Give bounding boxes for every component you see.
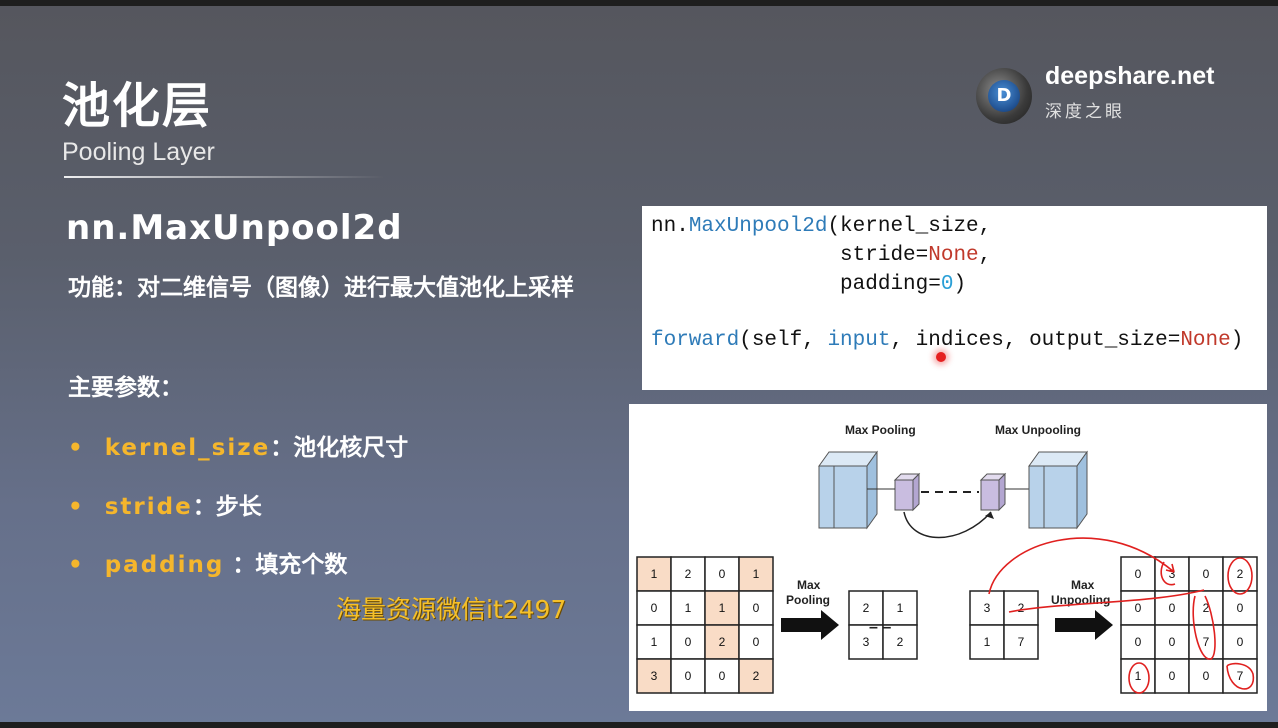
bullet-icon: • [68, 494, 83, 520]
output-grid-value: 7 [1237, 669, 1244, 683]
param-desc: 池化核尺寸 [293, 435, 409, 461]
params-title: 主要参数： [68, 375, 183, 401]
output-grid-value: 1 [1135, 669, 1142, 683]
output-grid-value: 2 [1237, 567, 1244, 581]
brand-name: deepshare.net [1045, 62, 1215, 90]
watermark-text: 海量资源微信it2497 [336, 595, 567, 624]
indices-grid: 3 2 1 7 [969, 590, 1039, 660]
output-grid-value: 0 [1169, 601, 1176, 615]
input-grid-value: 0 [753, 635, 760, 649]
unpooling-diagram: Max Pooling Max Unpooling 1 2 0 1 0 1 1 … [629, 404, 1267, 711]
slide-title: 池化层 [62, 78, 213, 134]
svg-text:Max: Max [797, 578, 821, 592]
indices-grid-value: 7 [1018, 635, 1025, 649]
unpooled-map-icon [979, 472, 1007, 512]
pooled-grid-value: 1 [897, 601, 904, 615]
logo-letter: D [988, 80, 1020, 112]
skip-arrow-icon [903, 511, 992, 539]
output-grid-value: 0 [1237, 635, 1244, 649]
label-max-pooling-top: Max Pooling [845, 423, 916, 437]
output-grid-value: 0 [1169, 669, 1176, 683]
output-grid: 0 3 0 20 0 2 00 0 7 01 0 0 7 [1120, 556, 1258, 694]
param-desc: 步长 [215, 494, 262, 520]
param-name: kernel_size [104, 435, 271, 461]
input-grid: 1 2 0 1 0 1 1 0 1 0 2 0 3 0 0 2 [636, 556, 774, 694]
param-desc: 填充个数 [255, 552, 348, 578]
output-grid-value: 0 [1203, 669, 1210, 683]
input-grid-value: 0 [685, 669, 692, 683]
output-grid-value: 0 [1237, 601, 1244, 615]
input-grid-value: 2 [719, 635, 726, 649]
diagram-svg: Max Pooling Max Unpooling 1 2 0 10 1 1 0… [636, 423, 1258, 694]
param-kernel-size: • kernel_size：池化核尺寸 [68, 435, 409, 461]
input-grid-value: 0 [719, 669, 726, 683]
param-name: padding [104, 552, 225, 578]
output-grid-value: 0 [1203, 567, 1210, 581]
output-grid-value: 0 [1135, 601, 1142, 615]
indices-grid-value: 1 [984, 635, 991, 649]
indices-grid-value: 3 [984, 601, 991, 615]
pointer-dot-icon [936, 352, 946, 362]
param-stride: • stride：步长 [68, 494, 262, 520]
function-name: nn.MaxUnpool2d [66, 208, 403, 248]
decoder-feature-maps-icon [1028, 450, 1088, 530]
bullet-icon: • [68, 435, 83, 461]
encoder-feature-maps-icon [818, 450, 878, 530]
code-line-2: stride=None, [651, 244, 992, 267]
input-grid-value: 0 [719, 567, 726, 581]
code-line-4: forward(self, input, indices, output_siz… [651, 329, 1244, 352]
input-grid-value: 0 [685, 635, 692, 649]
output-grid-value: 0 [1135, 567, 1142, 581]
param-name: stride [104, 494, 193, 520]
code-block: nn.MaxUnpool2d(kernel_size, stride=None,… [642, 206, 1267, 390]
pooled-grid-value: 3 [863, 635, 870, 649]
svg-text:Pooling: Pooling [786, 593, 830, 607]
ellipsis-dots: – – [869, 619, 891, 636]
input-grid-value: 2 [685, 567, 692, 581]
pooled-grid-value: 2 [897, 635, 904, 649]
input-grid-value: 1 [753, 567, 760, 581]
output-grid-value: 0 [1169, 635, 1176, 649]
indices-grid-value: 2 [1018, 601, 1025, 615]
slide-subtitle: Pooling Layer [62, 138, 215, 166]
title-underline [64, 176, 384, 178]
deepshare-logo-icon: D [976, 68, 1032, 124]
code-line-1: nn.MaxUnpool2d(kernel_size, [651, 215, 992, 238]
max-pooling-arrow-icon [781, 610, 839, 640]
label-max-unpooling-top: Max Unpooling [995, 423, 1081, 437]
pooled-map-icon [893, 472, 921, 512]
input-grid-value: 0 [753, 601, 760, 615]
input-grid-value: 2 [753, 669, 760, 683]
brand-tagline: 深度之眼 [1045, 102, 1125, 122]
output-grid-value: 0 [1135, 635, 1142, 649]
top-bar [0, 0, 1278, 6]
output-grid-value: 7 [1203, 635, 1210, 649]
max-unpooling-arrow-icon [1055, 610, 1113, 640]
bottom-bar [0, 722, 1278, 728]
pooled-grid-value: 2 [863, 601, 870, 615]
bullet-icon: • [68, 552, 83, 578]
input-grid-value: 1 [651, 567, 658, 581]
input-grid-value: 1 [651, 635, 658, 649]
param-padding: • padding ：填充个数 [68, 552, 348, 578]
code-line-3: padding=0) [651, 273, 967, 296]
input-grid-value: 3 [651, 669, 658, 683]
svg-text:Max: Max [1071, 578, 1095, 592]
input-grid-value: 0 [651, 601, 658, 615]
function-description: 功能：对二维信号（图像）进行最大值池化上采样 [68, 275, 574, 301]
input-grid-value: 1 [685, 601, 692, 615]
input-grid-value: 1 [719, 601, 726, 615]
